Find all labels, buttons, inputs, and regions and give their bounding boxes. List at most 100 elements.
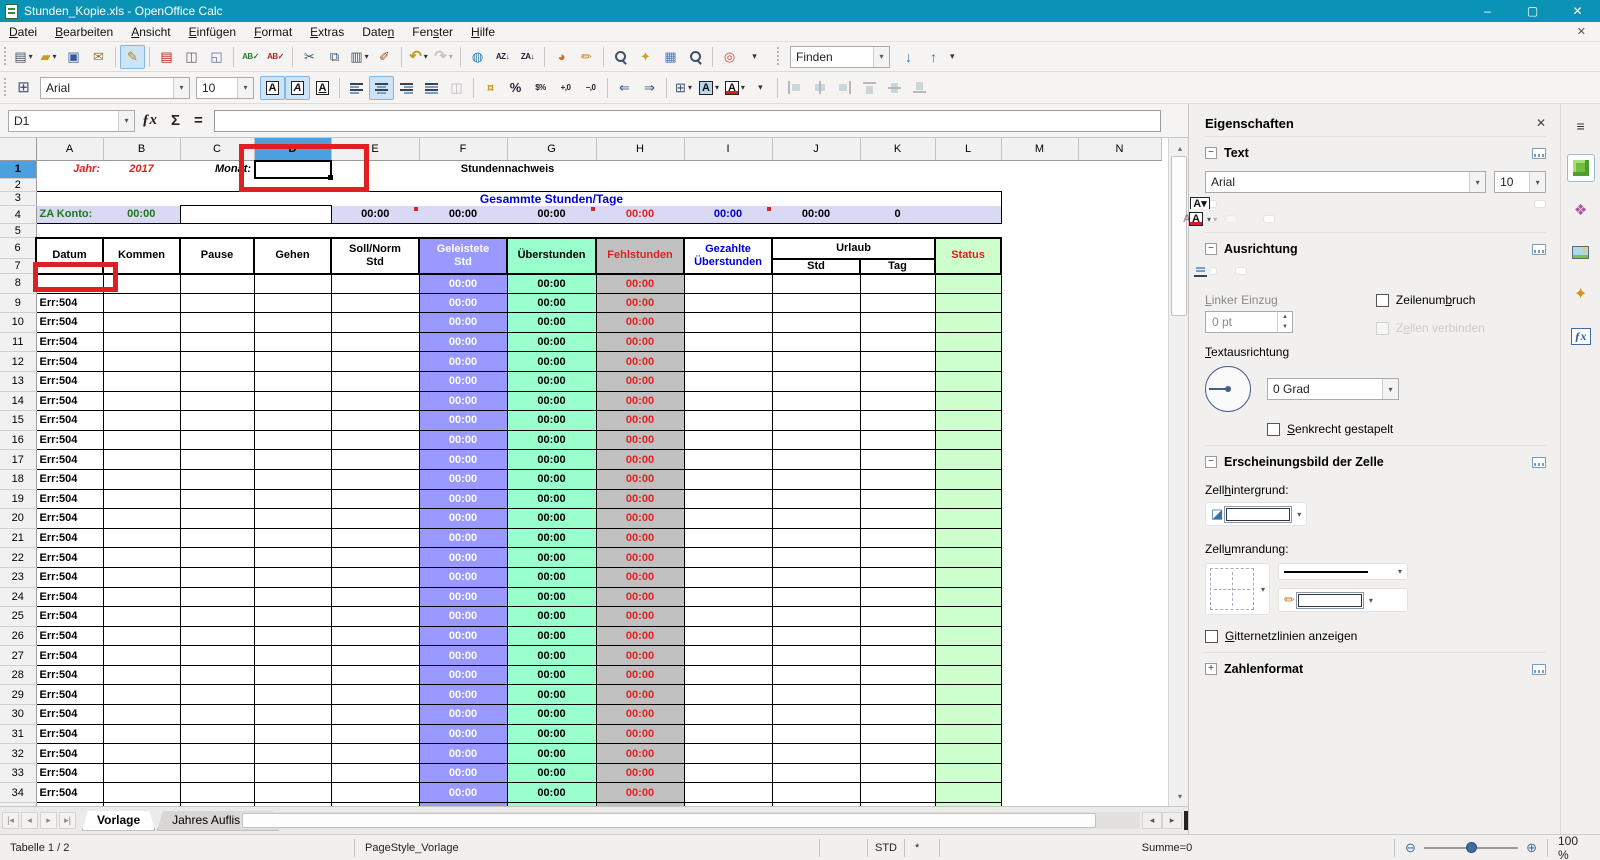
row-header-33[interactable]: 33 bbox=[0, 763, 36, 783]
cell-I21[interactable] bbox=[684, 528, 772, 548]
cell-B23[interactable] bbox=[103, 567, 180, 587]
cell-A33[interactable]: Err:504 bbox=[36, 763, 103, 783]
cell-G17[interactable]: 00:00 bbox=[507, 450, 596, 470]
cell-C21[interactable] bbox=[180, 528, 254, 548]
cell-K11[interactable] bbox=[860, 332, 935, 352]
cell-I20[interactable] bbox=[684, 509, 772, 529]
cell-B25[interactable] bbox=[103, 607, 180, 627]
cell-E24[interactable] bbox=[331, 587, 419, 607]
row-header-7[interactable]: 7 bbox=[0, 259, 36, 274]
border-selector[interactable] bbox=[1210, 568, 1254, 610]
cell-E29[interactable] bbox=[331, 685, 419, 705]
cell-M6[interactable] bbox=[1001, 238, 1078, 259]
cell-E25[interactable] bbox=[331, 607, 419, 627]
cell-L19[interactable] bbox=[935, 489, 1001, 509]
cell-L15[interactable] bbox=[935, 411, 1001, 431]
cell-M8[interactable] bbox=[1001, 274, 1078, 294]
cell-E9[interactable] bbox=[331, 293, 419, 313]
toolbar-drag-handle[interactable] bbox=[2, 47, 9, 67]
cell-J26[interactable] bbox=[772, 626, 860, 646]
cell-K14[interactable] bbox=[860, 391, 935, 411]
cell-M23[interactable] bbox=[1001, 567, 1078, 587]
cell-K10[interactable] bbox=[860, 313, 935, 333]
align-left-button[interactable] bbox=[344, 76, 369, 100]
menu-extras[interactable]: Extras bbox=[301, 23, 353, 41]
cell-I26[interactable] bbox=[684, 626, 772, 646]
cell-A27[interactable]: Err:504 bbox=[36, 646, 103, 666]
copy-button[interactable]: ⧉ bbox=[322, 45, 347, 69]
find-next-button[interactable]: ↓ bbox=[896, 45, 921, 69]
cell-I30[interactable] bbox=[684, 705, 772, 725]
find-replace-button[interactable] bbox=[608, 45, 633, 69]
cell-N20[interactable] bbox=[1078, 509, 1161, 529]
column-header-I[interactable]: I bbox=[684, 138, 772, 160]
cell-A13[interactable]: Err:504 bbox=[36, 371, 103, 391]
cell-L12[interactable] bbox=[935, 352, 1001, 372]
cell-J21[interactable] bbox=[772, 528, 860, 548]
cell-A17[interactable]: Err:504 bbox=[36, 450, 103, 470]
cell-F18[interactable]: 00:00 bbox=[419, 469, 507, 489]
cell-C34[interactable] bbox=[180, 783, 254, 803]
cell-D30[interactable] bbox=[254, 705, 331, 725]
cell-J33[interactable] bbox=[772, 763, 860, 783]
cell-M13[interactable] bbox=[1001, 371, 1078, 391]
cell-N17[interactable] bbox=[1078, 450, 1161, 470]
toolbar-overflow-button[interactable]: ▾ bbox=[748, 76, 773, 100]
wrap-text-checkbox[interactable]: Zeilenumbruch bbox=[1376, 293, 1546, 307]
cell-K21[interactable] bbox=[860, 528, 935, 548]
cell-H21[interactable]: 00:00 bbox=[596, 528, 684, 548]
page-style[interactable]: PageStyle_Vorlage bbox=[355, 839, 820, 857]
cell-H34[interactable]: 00:00 bbox=[596, 783, 684, 803]
cell-E19[interactable] bbox=[331, 489, 419, 509]
first-sheet-button[interactable]: |◂ bbox=[2, 812, 19, 829]
cell-G25[interactable]: 00:00 bbox=[507, 607, 596, 627]
cell-L22[interactable] bbox=[935, 548, 1001, 568]
cell-N23[interactable] bbox=[1078, 567, 1161, 587]
cell-J13[interactable] bbox=[772, 371, 860, 391]
cell-N14[interactable] bbox=[1078, 391, 1161, 411]
cell-G29[interactable]: 00:00 bbox=[507, 685, 596, 705]
cell-C11[interactable] bbox=[180, 332, 254, 352]
background-color-dropdown-icon[interactable]: ▾ bbox=[1297, 510, 1301, 519]
undo-button[interactable]: ↶▾ bbox=[406, 45, 431, 69]
cell-A26[interactable]: Err:504 bbox=[36, 626, 103, 646]
dropdown-arrow-icon[interactable]: ▾ bbox=[741, 83, 745, 92]
menu-ansicht[interactable]: Ansicht bbox=[122, 23, 179, 41]
cell-M19[interactable] bbox=[1001, 489, 1078, 509]
cell-M16[interactable] bbox=[1001, 430, 1078, 450]
column-header-L[interactable]: L bbox=[935, 138, 1001, 160]
cell-E34[interactable] bbox=[331, 783, 419, 803]
cell-F31[interactable]: 00:00 bbox=[419, 724, 507, 744]
cell-D34[interactable] bbox=[254, 783, 331, 803]
add-decimal-button[interactable]: +,0 bbox=[553, 76, 578, 100]
cell-E11[interactable] bbox=[331, 332, 419, 352]
dialog-launcher-icon[interactable] bbox=[1532, 457, 1546, 468]
cell-M15[interactable] bbox=[1001, 411, 1078, 431]
cell-D16[interactable] bbox=[254, 430, 331, 450]
cell-G24[interactable]: 00:00 bbox=[507, 587, 596, 607]
row-header-23[interactable]: 23 bbox=[0, 567, 36, 587]
cell-J28[interactable] bbox=[772, 665, 860, 685]
cell-G15[interactable]: 00:00 bbox=[507, 411, 596, 431]
cell-D24[interactable] bbox=[254, 587, 331, 607]
cell-G16[interactable]: 00:00 bbox=[507, 430, 596, 450]
name-box-arrow-icon[interactable]: ▾ bbox=[118, 111, 134, 131]
cell-M7[interactable] bbox=[1001, 259, 1078, 274]
cell-D23[interactable] bbox=[254, 567, 331, 587]
dropdown-arrow-icon[interactable]: ▾ bbox=[365, 52, 369, 61]
cell-B22[interactable] bbox=[103, 548, 180, 568]
cell-E1[interactable] bbox=[331, 160, 419, 178]
row-header-32[interactable]: 32 bbox=[0, 744, 36, 764]
cell-L1[interactable] bbox=[935, 160, 1001, 178]
cell-I29[interactable] bbox=[684, 685, 772, 705]
cell-J1[interactable] bbox=[772, 160, 860, 178]
cell-N7[interactable] bbox=[1078, 259, 1161, 274]
cell-F29[interactable]: 00:00 bbox=[419, 685, 507, 705]
cell-L9[interactable] bbox=[935, 293, 1001, 313]
cell-B10[interactable] bbox=[103, 313, 180, 333]
restore-button[interactable]: ▢ bbox=[1510, 0, 1555, 22]
draw-functions-button[interactable]: ✏ bbox=[574, 45, 599, 69]
cell-B31[interactable] bbox=[103, 724, 180, 744]
cell-L4[interactable] bbox=[935, 206, 1001, 224]
cell-G11[interactable]: 00:00 bbox=[507, 332, 596, 352]
